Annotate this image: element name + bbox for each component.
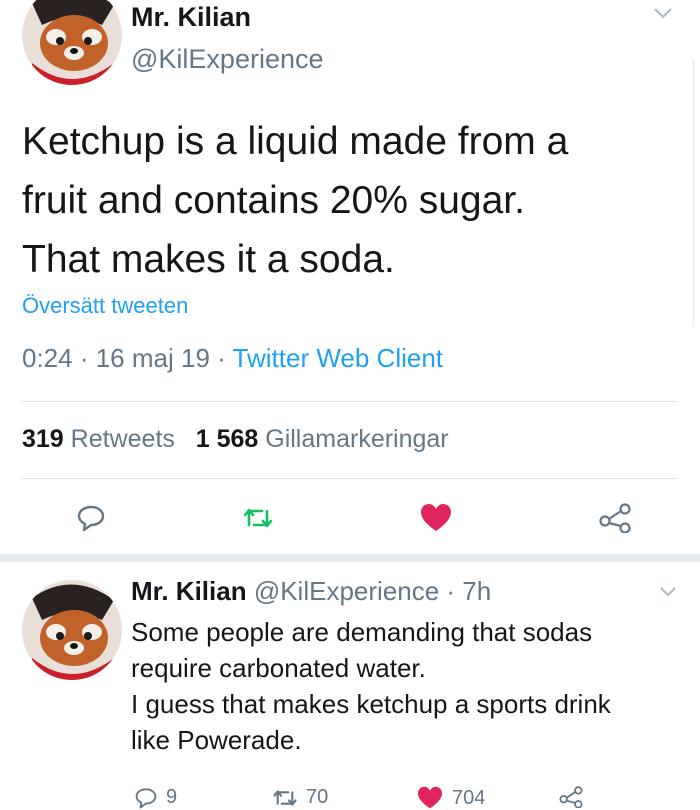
tweet-time: 0:24: [22, 343, 73, 373]
separator: ·: [209, 343, 233, 373]
retweet-icon: [273, 789, 297, 806]
author-name[interactable]: Mr. Kilian: [131, 2, 251, 33]
retweets-stat[interactable]: 319 Retweets: [22, 425, 175, 453]
retweet-button[interactable]: [242, 505, 274, 536]
share-icon: [599, 503, 631, 534]
red-panda-avatar-image: [22, 580, 122, 680]
chevron-down-icon[interactable]: [652, 6, 674, 25]
reply-count: 9: [166, 786, 178, 808]
tweet-client-link[interactable]: Twitter Web Client: [233, 343, 443, 373]
retweet-count: 319: [22, 425, 64, 453]
section-separator: [0, 554, 700, 562]
reply-text-line: require carbonated water.: [131, 653, 426, 683]
translate-tweet-link[interactable]: Översätt tweeten: [22, 293, 188, 319]
reply-reply-button[interactable]: 9: [134, 786, 177, 809]
heart-icon: [418, 786, 442, 809]
tweet-text: Ketchup is a liquid made from a fruit an…: [22, 112, 662, 289]
reply-text-line: like Powerade.: [131, 725, 302, 755]
reply-author-avatar[interactable]: [22, 580, 122, 680]
separator: ·: [72, 343, 96, 373]
reply-button[interactable]: [76, 504, 106, 537]
share-icon: [559, 786, 583, 808]
like-button[interactable]: [419, 503, 453, 538]
tweet-text-line: fruit and contains 20% sugar.: [22, 179, 525, 222]
reply-share-button[interactable]: [558, 786, 584, 808]
author-avatar[interactable]: [22, 0, 122, 85]
tweet-text-line: That makes it a soda.: [22, 238, 395, 281]
reply-text-line: Some people are demanding that sodas: [131, 617, 593, 647]
share-button[interactable]: [598, 503, 632, 538]
reply-icon: [135, 787, 157, 808]
reply-header: Mr. Kilian @KilExperience · 7h: [131, 576, 491, 607]
reply-like-button[interactable]: 704: [416, 786, 485, 810]
like-label: Gillamarkeringar: [265, 425, 449, 453]
divider: [22, 401, 678, 402]
reply-author-name[interactable]: Mr. Kilian: [131, 576, 247, 606]
reply-text: Some people are demanding that sodas req…: [131, 614, 691, 758]
reply-retweet-count: 70: [306, 786, 329, 808]
tweet-meta: 0:24 · 16 maj 19 · Twitter Web Client: [22, 343, 443, 374]
heart-icon: [421, 504, 451, 531]
tweet-date: 16 maj 19: [95, 343, 210, 373]
divider: [22, 478, 678, 479]
scrollbar[interactable]: [693, 60, 700, 325]
tweet-text-line: Ketchup is a liquid made from a: [22, 120, 569, 163]
author-handle[interactable]: @KilExperience: [131, 44, 324, 75]
red-panda-avatar-image: [22, 0, 122, 85]
reply-handle-time[interactable]: @KilExperience · 7h: [254, 576, 491, 606]
like-count: 1 568: [195, 425, 259, 453]
reply-icon: [77, 505, 105, 532]
retweet-icon: [243, 508, 273, 528]
likes-stat[interactable]: 1 568 Gillamarkeringar: [196, 425, 449, 453]
reply-retweet-button[interactable]: 70: [272, 786, 328, 809]
reply-text-line: I guess that makes ketchup a sports drin…: [131, 689, 611, 719]
retweet-label: Retweets: [70, 425, 175, 453]
tweet-stats: 319 Retweets 1 568 Gillamarkeringar: [22, 425, 449, 454]
chevron-down-icon[interactable]: [658, 585, 678, 603]
reply-like-count: 704: [452, 786, 486, 809]
